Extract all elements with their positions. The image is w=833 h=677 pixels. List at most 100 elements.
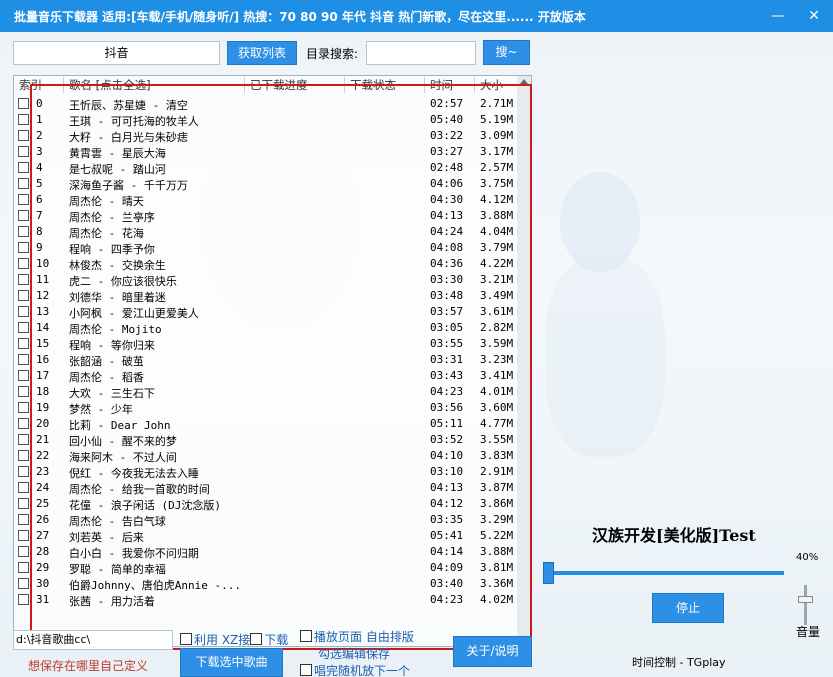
- list-scrollbar[interactable]: [517, 76, 531, 646]
- download-checkbox[interactable]: [250, 633, 263, 645]
- row-checkbox[interactable]: [18, 386, 29, 397]
- random-next-option[interactable]: 唱完随机放下一个: [300, 662, 410, 677]
- table-row[interactable]: 28 白小白 - 我爱你不问归期 04:14 3.88M: [14, 544, 519, 560]
- row-checkbox[interactable]: [18, 562, 29, 573]
- row-checkbox[interactable]: [18, 498, 29, 509]
- progress-slider[interactable]: [548, 571, 784, 575]
- table-row[interactable]: 29 罗聪 - 简单的幸福 04:09 3.81M: [14, 560, 519, 576]
- row-checkbox[interactable]: [18, 466, 29, 477]
- table-row[interactable]: 25 花僮 - 浪子闲话 (DJ沈念版) 04:12 3.86M: [14, 496, 519, 512]
- close-button[interactable]: ✕: [804, 6, 824, 26]
- row-song-name: 张韶涵 - 破茧: [69, 355, 144, 368]
- row-checkbox[interactable]: [18, 402, 29, 413]
- table-row[interactable]: 5 深海鱼子酱 - 千千万万 04:06 3.75M: [14, 176, 519, 192]
- keyword-input[interactable]: 抖音: [13, 41, 220, 65]
- table-row[interactable]: 10 林俊杰 - 交换余生 04:36 4.22M: [14, 256, 519, 272]
- table-row[interactable]: 31 张茜 - 用力活着 04:23 4.02M: [14, 592, 519, 608]
- table-row[interactable]: 9 程响 - 四季予你 04:08 3.79M: [14, 240, 519, 256]
- header-time[interactable]: 时间: [430, 76, 453, 94]
- dir-search-input[interactable]: [366, 41, 476, 65]
- row-checkbox[interactable]: [18, 194, 29, 205]
- progress-handle[interactable]: [543, 562, 554, 584]
- table-row[interactable]: 21 回小仙 - 醒不来的梦 03:52 3.55M: [14, 432, 519, 448]
- table-row[interactable]: 3 黄霄雲 - 星辰大海 03:27 3.17M: [14, 144, 519, 160]
- row-checkbox[interactable]: [18, 322, 29, 333]
- row-checkbox[interactable]: [18, 370, 29, 381]
- row-checkbox[interactable]: [18, 530, 29, 541]
- table-row[interactable]: 23 倪红 - 今夜我无法去入睡 03:10 2.91M: [14, 464, 519, 480]
- row-checkbox[interactable]: [18, 162, 29, 173]
- xz-option[interactable]: 利用 XZ接 下载: [180, 631, 288, 648]
- table-row[interactable]: 13 小阿枫 - 爱江山更爱美人 03:57 3.61M: [14, 304, 519, 320]
- table-row[interactable]: 0 王忻辰、苏星婕 - 清空 02:57 2.71M: [14, 96, 519, 112]
- table-row[interactable]: 24 周杰伦 - 给我一首歌的时间 04:13 3.87M: [14, 480, 519, 496]
- table-row[interactable]: 15 程响 - 等你归来 03:55 3.59M: [14, 336, 519, 352]
- table-row[interactable]: 17 周杰伦 - 稻香 03:43 3.41M: [14, 368, 519, 384]
- row-checkbox[interactable]: [18, 98, 29, 109]
- header-divider: [424, 77, 425, 93]
- table-row[interactable]: 30 伯爵Johnny、唐伯虎Annie -... 03:40 3.36M: [14, 576, 519, 592]
- table-row[interactable]: 12 刘德华 - 暗里着迷 03:48 3.49M: [14, 288, 519, 304]
- header-status[interactable]: 下载状态: [350, 76, 396, 94]
- header-size[interactable]: 大小: [480, 76, 503, 94]
- xz-checkbox[interactable]: [180, 633, 192, 645]
- table-row[interactable]: 16 张韶涵 - 破茧 03:31 3.23M: [14, 352, 519, 368]
- row-checkbox[interactable]: [18, 258, 29, 269]
- table-row[interactable]: 11 虎二 - 你应该很快乐 03:30 3.21M: [14, 272, 519, 288]
- header-index[interactable]: 索引: [19, 76, 42, 94]
- row-checkbox[interactable]: [18, 242, 29, 253]
- row-song-name: 比莉 - Dear John: [69, 419, 171, 432]
- row-checkbox[interactable]: [18, 306, 29, 317]
- row-checkbox[interactable]: [18, 274, 29, 285]
- about-button[interactable]: 关于/说明: [453, 636, 532, 667]
- header-name-select-all[interactable]: 歌名 [点击全选]: [69, 76, 151, 94]
- row-checkbox[interactable]: [18, 338, 29, 349]
- row-checkbox[interactable]: [18, 578, 29, 589]
- table-row[interactable]: 4 是七叔呢 - 踏山河 02:48 2.57M: [14, 160, 519, 176]
- table-row[interactable]: 22 海来阿木 - 不过人间 04:10 3.83M: [14, 448, 519, 464]
- volume-handle[interactable]: [798, 596, 813, 603]
- search-button[interactable]: 搜~: [483, 40, 530, 65]
- random-next-checkbox[interactable]: [300, 664, 312, 676]
- table-row[interactable]: 18 大欢 - 三生石下 04:23 4.01M: [14, 384, 519, 400]
- row-checkbox[interactable]: [18, 178, 29, 189]
- row-checkbox[interactable]: [18, 290, 29, 301]
- table-row[interactable]: 27 刘若英 - 后来 05:41 5.22M: [14, 528, 519, 544]
- row-checkbox[interactable]: [18, 146, 29, 157]
- table-row[interactable]: 1 王琪 - 可可托海的牧羊人 05:40 5.19M: [14, 112, 519, 128]
- row-time: 04:09: [430, 561, 464, 574]
- row-checkbox[interactable]: [18, 130, 29, 141]
- row-song-name: 周杰伦 - Mojito: [69, 323, 162, 336]
- table-row[interactable]: 26 周杰伦 - 告白气球 03:35 3.29M: [14, 512, 519, 528]
- row-size: 5.19M: [480, 113, 514, 126]
- volume-slider[interactable]: [804, 585, 807, 625]
- minimize-button[interactable]: —: [768, 6, 788, 26]
- stop-button[interactable]: 停止: [652, 593, 724, 623]
- table-row[interactable]: 2 大籽 - 白月光与朱砂痣 03:22 3.09M: [14, 128, 519, 144]
- table-row[interactable]: 14 周杰伦 - Mojito 03:05 2.82M: [14, 320, 519, 336]
- play-page-checkbox[interactable]: [300, 630, 312, 642]
- row-checkbox[interactable]: [18, 482, 29, 493]
- row-checkbox[interactable]: [18, 210, 29, 221]
- table-row[interactable]: 19 梦然 - 少年 03:56 3.60M: [14, 400, 519, 416]
- scroll-up-icon[interactable]: [520, 79, 528, 84]
- get-list-button[interactable]: 获取列表: [227, 41, 297, 65]
- play-page-option[interactable]: 播放页面 自由排版: [300, 628, 414, 645]
- row-checkbox[interactable]: [18, 354, 29, 365]
- table-row[interactable]: 20 比莉 - Dear John 05:11 4.77M: [14, 416, 519, 432]
- row-checkbox[interactable]: [18, 418, 29, 429]
- table-row[interactable]: 8 周杰伦 - 花海 04:24 4.04M: [14, 224, 519, 240]
- download-selected-button[interactable]: 下载选中歌曲: [180, 648, 283, 677]
- row-checkbox[interactable]: [18, 594, 29, 605]
- row-checkbox[interactable]: [18, 450, 29, 461]
- header-progress[interactable]: 已下载进度: [250, 76, 308, 94]
- row-checkbox[interactable]: [18, 114, 29, 125]
- save-path-input[interactable]: d:\抖音歌曲cc\: [13, 630, 173, 650]
- table-row[interactable]: 7 周杰伦 - 兰亭序 04:13 3.88M: [14, 208, 519, 224]
- table-row[interactable]: 6 周杰伦 - 晴天 04:30 4.12M: [14, 192, 519, 208]
- row-checkbox[interactable]: [18, 226, 29, 237]
- check-edit-save-label[interactable]: 勾选编辑保存: [318, 645, 390, 662]
- row-checkbox[interactable]: [18, 434, 29, 445]
- row-checkbox[interactable]: [18, 546, 29, 557]
- row-checkbox[interactable]: [18, 514, 29, 525]
